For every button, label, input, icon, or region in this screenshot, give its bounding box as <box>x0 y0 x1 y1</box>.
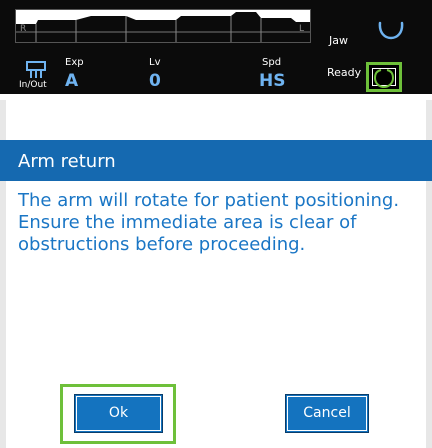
cancel-button[interactable]: Cancel <box>285 394 369 433</box>
jaw-arch-icon[interactable] <box>374 17 408 51</box>
ready-label: Ready <box>327 66 362 79</box>
inout-label: In/Out <box>19 80 47 90</box>
status-panel: R L Jaw In/Out Exp A Lv 0 Spd HS Ready <box>0 0 432 94</box>
jaw-label: Jaw <box>329 34 348 47</box>
panoramic-strip: R L <box>15 9 311 43</box>
speed-value: HS <box>259 71 286 91</box>
speed-label: Spd <box>262 57 282 68</box>
exposure-label: Exp <box>65 57 84 68</box>
cancel-button-label: Cancel <box>303 405 351 421</box>
exposure-value: A <box>65 71 79 91</box>
dialog-message: The arm will rotate for patient position… <box>18 190 400 255</box>
strip-left-side-marker: L <box>299 24 305 34</box>
ok-button[interactable]: Ok <box>74 394 163 433</box>
dialog-title: Arm return <box>18 151 116 172</box>
inout-icon[interactable] <box>26 61 46 79</box>
ok-button-label: Ok <box>108 405 129 421</box>
ready-icon <box>374 69 394 89</box>
level-value: 0 <box>149 71 161 91</box>
arm-return-dialog: Arm return The arm will rotate for patie… <box>0 100 432 448</box>
ready-button[interactable] <box>366 62 402 92</box>
level-label: Lv <box>149 57 161 68</box>
strip-right-side-marker: R <box>20 24 27 34</box>
